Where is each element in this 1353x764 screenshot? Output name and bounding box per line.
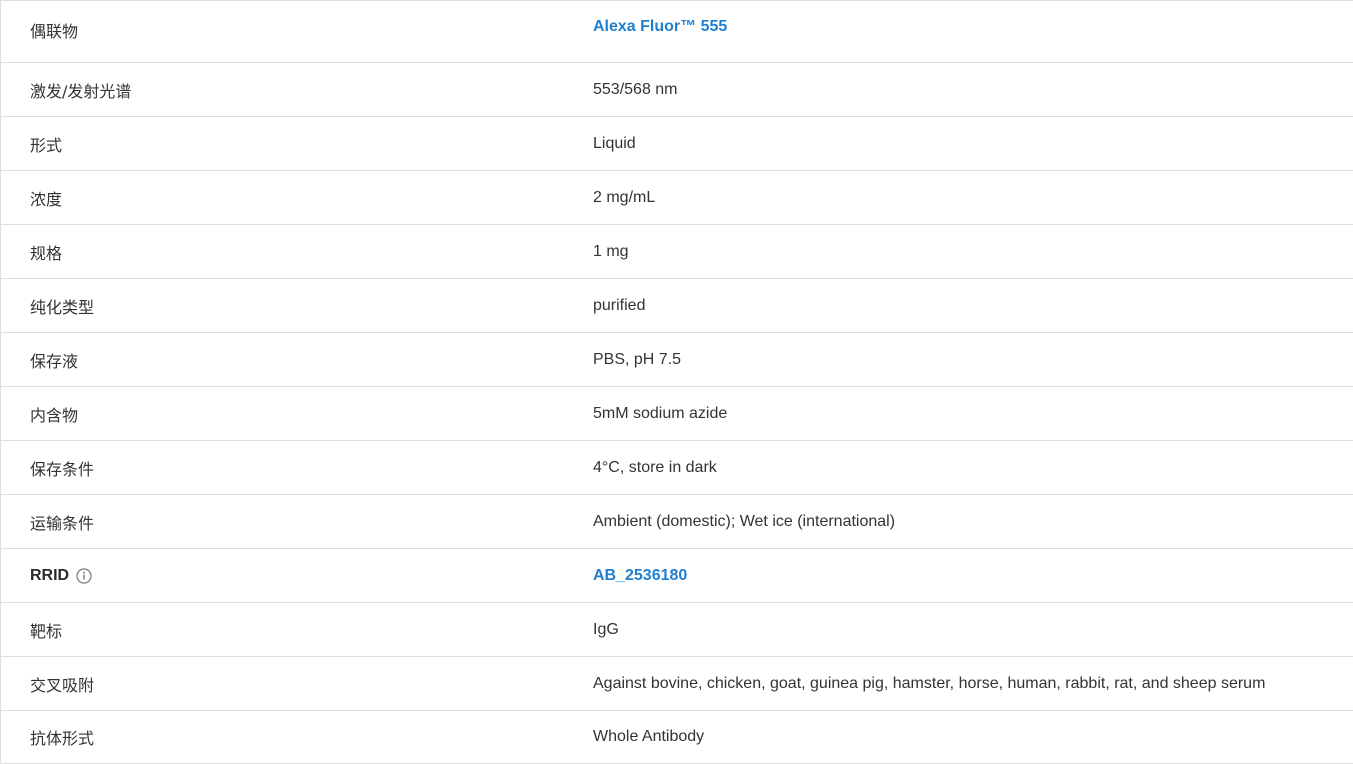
spec-value: Ambient (domestic); Wet ice (internation…: [593, 512, 896, 530]
spec-row-excitation-emission: 激发/发射光谱 553/568 nm: [1, 62, 1353, 116]
specifications-table: 偶联物 Alexa Fluor™ 555 激发/发射光谱 553/568 nm …: [0, 0, 1353, 764]
spec-row-target: 靶标 IgG: [1, 602, 1353, 656]
spec-value: purified: [593, 296, 646, 314]
spec-row-storage-buffer: 保存液 PBS, pH 7.5: [1, 332, 1353, 386]
spec-label: 内含物: [30, 405, 79, 425]
spec-label: 抗体形式: [30, 729, 95, 748]
spec-value: 1 mg: [593, 242, 629, 260]
spec-label-rrid: RRID: [30, 567, 92, 585]
spec-row-shipping: 运输条件 Ambient (domestic); Wet ice (intern…: [1, 494, 1353, 548]
spec-label: 保存液: [30, 351, 79, 371]
spec-value: IgG: [593, 620, 619, 638]
info-icon[interactable]: [76, 567, 92, 584]
spec-value: 553/568 nm: [593, 80, 678, 98]
conjugate-link[interactable]: Alexa Fluor™ 555: [593, 18, 727, 36]
spec-label: 运输条件: [30, 513, 95, 533]
spec-row-rrid: RRID AB_2536180: [1, 548, 1353, 602]
spec-label: 交叉吸附: [30, 675, 95, 695]
spec-label: 保存条件: [30, 459, 95, 479]
spec-label: 浓度: [30, 189, 63, 209]
spec-label: 形式: [30, 135, 63, 155]
spec-label: 纯化类型: [30, 297, 95, 317]
spec-row-storage-conditions: 保存条件 4°C, store in dark: [1, 440, 1353, 494]
spec-label: 靶标: [30, 621, 63, 641]
spec-value: 5mM sodium azide: [593, 404, 728, 422]
spec-value: PBS, pH 7.5: [593, 350, 682, 368]
spec-row-contains: 内含物 5mM sodium azide: [1, 386, 1353, 440]
spec-row-purification: 纯化类型 purified: [1, 278, 1353, 332]
spec-row-form: 形式 Liquid: [1, 116, 1353, 170]
spec-value: Whole Antibody: [593, 728, 705, 745]
spec-value: Liquid: [593, 134, 636, 152]
spec-row-size: 规格 1 mg: [1, 224, 1353, 278]
spec-row-antibody-form: 抗体形式 Whole Antibody: [1, 710, 1353, 764]
spec-label: 激发/发射光谱: [30, 81, 132, 101]
rrid-link[interactable]: AB_2536180: [593, 567, 687, 585]
spec-label: 规格: [30, 243, 63, 263]
spec-value: 4°C, store in dark: [593, 458, 717, 476]
spec-value: Against bovine, chicken, goat, guinea pi…: [593, 674, 1266, 692]
spec-row-concentration: 浓度 2 mg/mL: [1, 170, 1353, 224]
spec-label: 偶联物: [30, 22, 79, 41]
spec-row-conjugate: 偶联物 Alexa Fluor™ 555: [1, 0, 1353, 62]
rrid-label-text: RRID: [30, 566, 70, 584]
spec-row-cross-adsorption: 交叉吸附 Against bovine, chicken, goat, guin…: [1, 656, 1353, 710]
spec-value: 2 mg/mL: [593, 188, 656, 206]
